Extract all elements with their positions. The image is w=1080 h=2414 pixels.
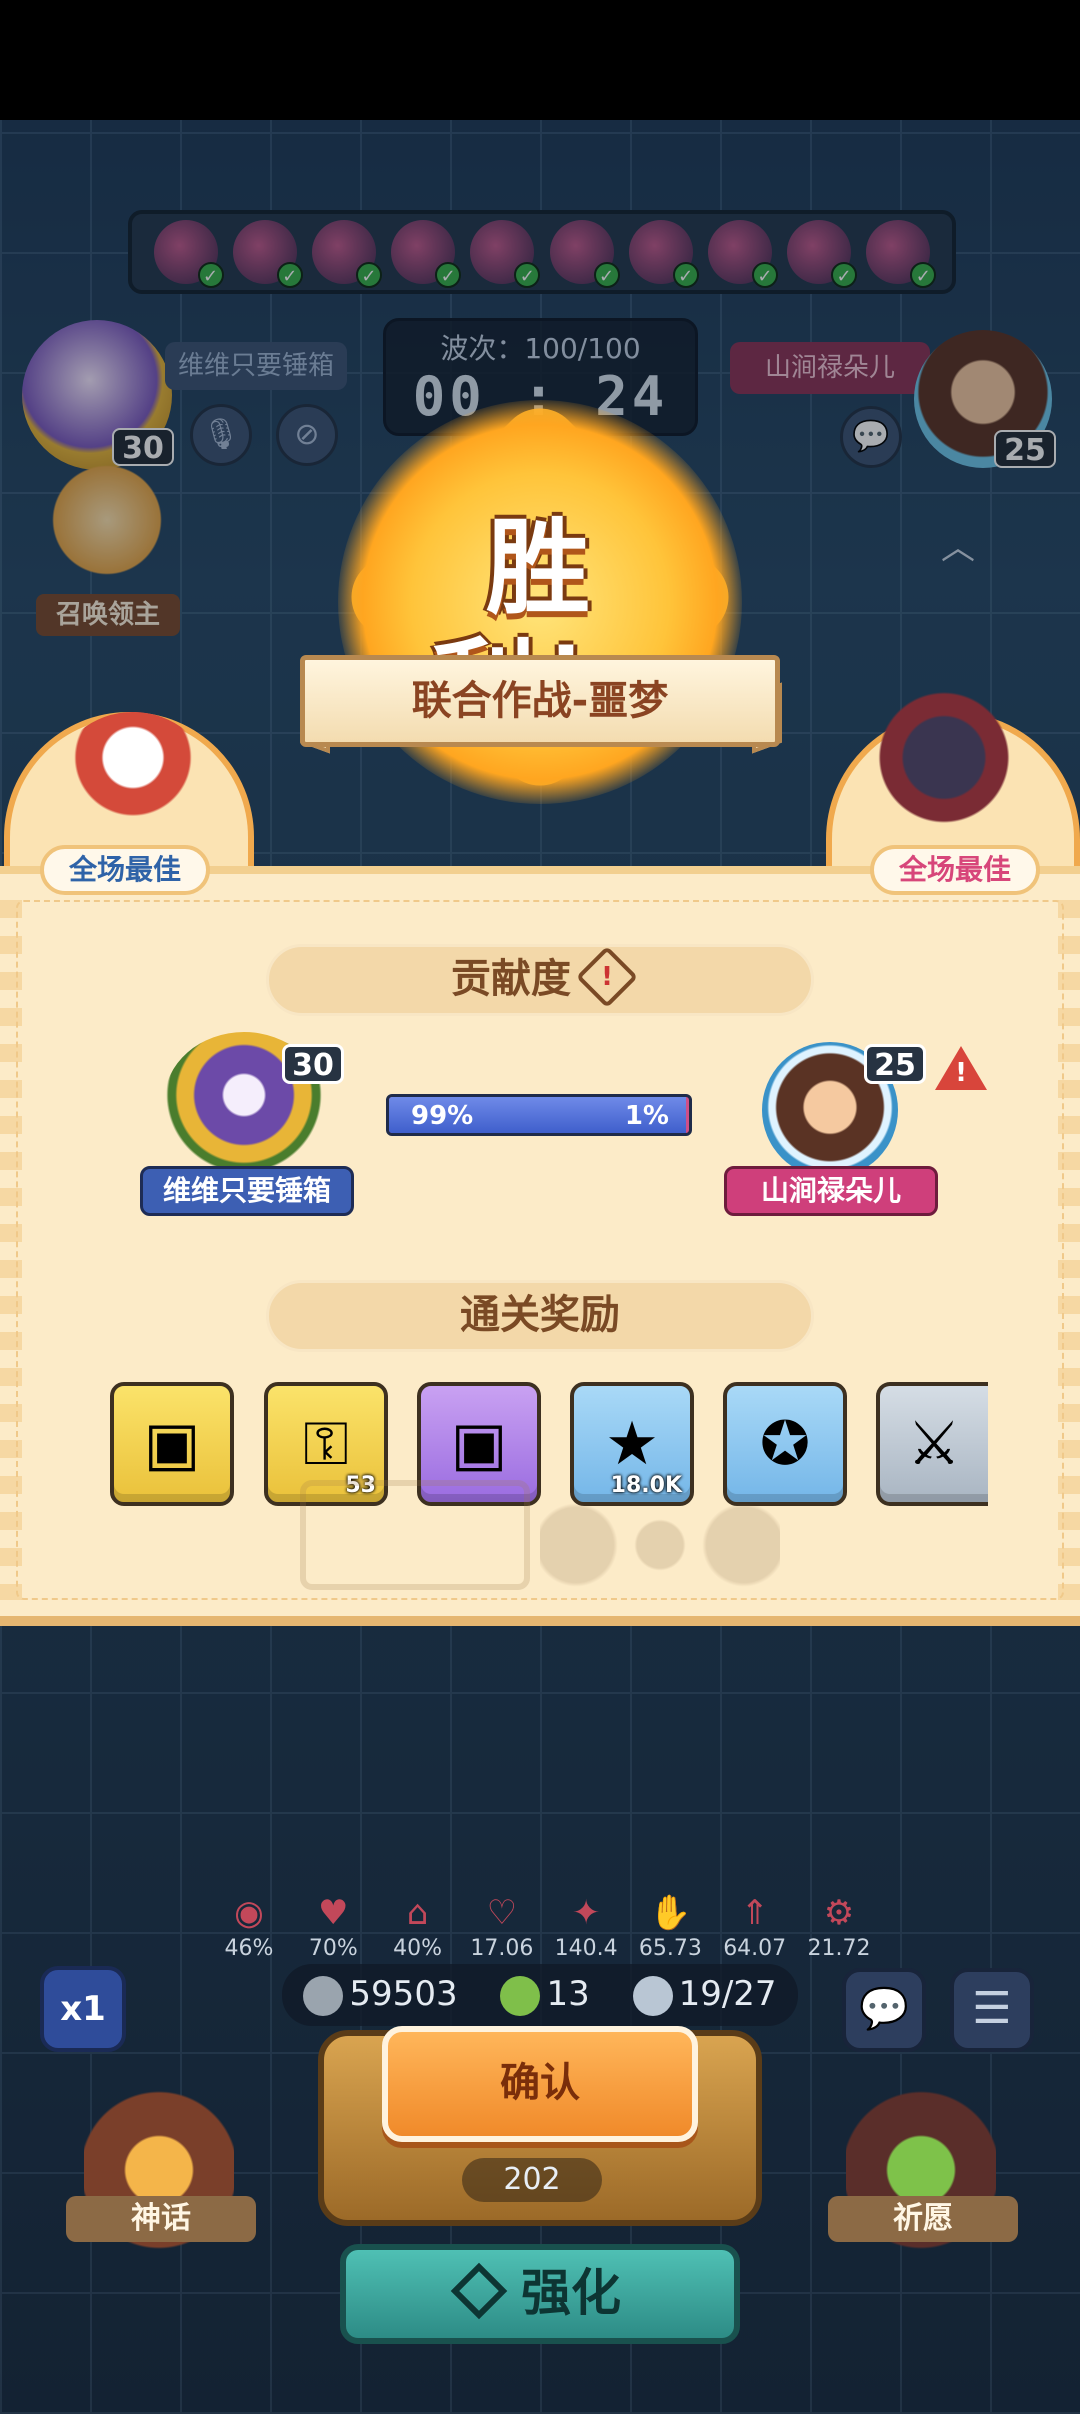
background-figures: [540, 1500, 780, 1590]
sword-token-icon: ⚔: [907, 1409, 961, 1479]
contrib-left-level: 30: [282, 1044, 344, 1084]
report-warning-mark: !: [955, 1058, 967, 1088]
unit-icon: [632, 1975, 673, 2016]
reward-star-coin[interactable]: ★ 18.0K: [570, 1382, 694, 1506]
stat-hands: ✋ 65.73: [635, 1890, 705, 1961]
mode-ribbon: 联合作战-噩梦: [300, 655, 780, 747]
silver-resource: 59503: [303, 1974, 458, 2016]
status-bar: [0, 0, 1080, 120]
stat-boost: ⇑ 64.07: [720, 1890, 790, 1961]
stat-row: ◉ 46% ♥ 70% ⌂ 40% ♡ 17.06 ✦ 140.4 ✋ 65.73 ⇑ 64.…: [214, 1890, 874, 1961]
contribution-left-pct: 99%: [411, 1101, 474, 1131]
mvp-badge-right: 全场最佳: [870, 845, 1040, 895]
unit-count: 19/27: [632, 1974, 777, 2016]
stat-heal: ♡ 17.06: [467, 1890, 537, 1961]
stat-gear: ⚙ 21.72: [804, 1890, 874, 1961]
stat-attack: ◉ 46%: [214, 1890, 284, 1961]
mvp-badge-left: 全场最佳: [40, 845, 210, 895]
menu-icon: ☰: [972, 1983, 1012, 2034]
hands-icon: ✋: [649, 1893, 692, 1933]
gold-chest-icon: ▣: [143, 1409, 201, 1479]
pray-button[interactable]: 祈愿: [828, 2196, 1018, 2242]
reward-count: 18.0K: [610, 1473, 682, 1498]
background-table: [300, 1480, 530, 1590]
contrib-right-level: 25: [864, 1044, 926, 1084]
confirm-button[interactable]: 确认: [382, 2026, 698, 2142]
upgrade-diamond-icon: [450, 2262, 508, 2319]
rewards-heading: 通关奖励: [266, 1280, 814, 1352]
resource-bar: 59503 13 19/27: [282, 1964, 798, 2026]
gear-icon: ⚙: [823, 1893, 855, 1933]
clover-coin-icon: [500, 1975, 541, 2016]
reward-sword-token[interactable]: ⚔: [876, 1382, 988, 1506]
menu-button[interactable]: ☰: [950, 1968, 1034, 2052]
chat-button[interactable]: 💬: [842, 1968, 926, 2052]
contribution-heading-label: 贡献度: [451, 956, 571, 1002]
stat-heart: ♥ 70%: [298, 1890, 368, 1961]
chat-icon: 💬: [859, 1986, 909, 2032]
reward-blue-star-token[interactable]: ✪: [723, 1382, 847, 1506]
contrib-right-name: 山涧禄朵儿: [724, 1166, 938, 1216]
stat-crit: ✦ 140.4: [551, 1890, 621, 1961]
summon-cost: 202: [462, 2158, 602, 2202]
house-icon: ⌂: [406, 1893, 429, 1933]
stat-house: ⌂ 40%: [383, 1890, 453, 1961]
reward-gold-chest[interactable]: ▣: [110, 1382, 234, 1506]
speed-button[interactable]: x1: [40, 1966, 126, 2052]
heart-icon: ♥: [318, 1893, 349, 1933]
silver-coin-icon: [303, 1975, 344, 2016]
upgrade-button[interactable]: 强化: [340, 2244, 740, 2344]
crit-icon: ✦: [571, 1893, 601, 1933]
boost-icon: ⇑: [740, 1893, 769, 1933]
info-diamond-icon[interactable]: !: [575, 945, 639, 1009]
contribution-right-pct: 1%: [624, 1101, 669, 1131]
contrib-left-name: 维维只要锤箱: [140, 1166, 354, 1216]
contribution-heading: 贡献度!: [266, 944, 814, 1016]
blue-star-token-icon: ✪: [759, 1409, 811, 1479]
attack-icon: ◉: [234, 1893, 264, 1933]
contribution-bar: 99% 1%: [386, 1094, 692, 1136]
mvp-character-right: [864, 690, 1024, 840]
upgrade-label: 强化: [521, 2264, 621, 2322]
victory-title: 胜利！: [432, 507, 644, 748]
clover-resource: 13: [500, 1974, 590, 2016]
heal-icon: ♡: [486, 1893, 518, 1933]
mvp-character-left: [58, 712, 208, 842]
myth-button[interactable]: 神话: [66, 2196, 256, 2242]
